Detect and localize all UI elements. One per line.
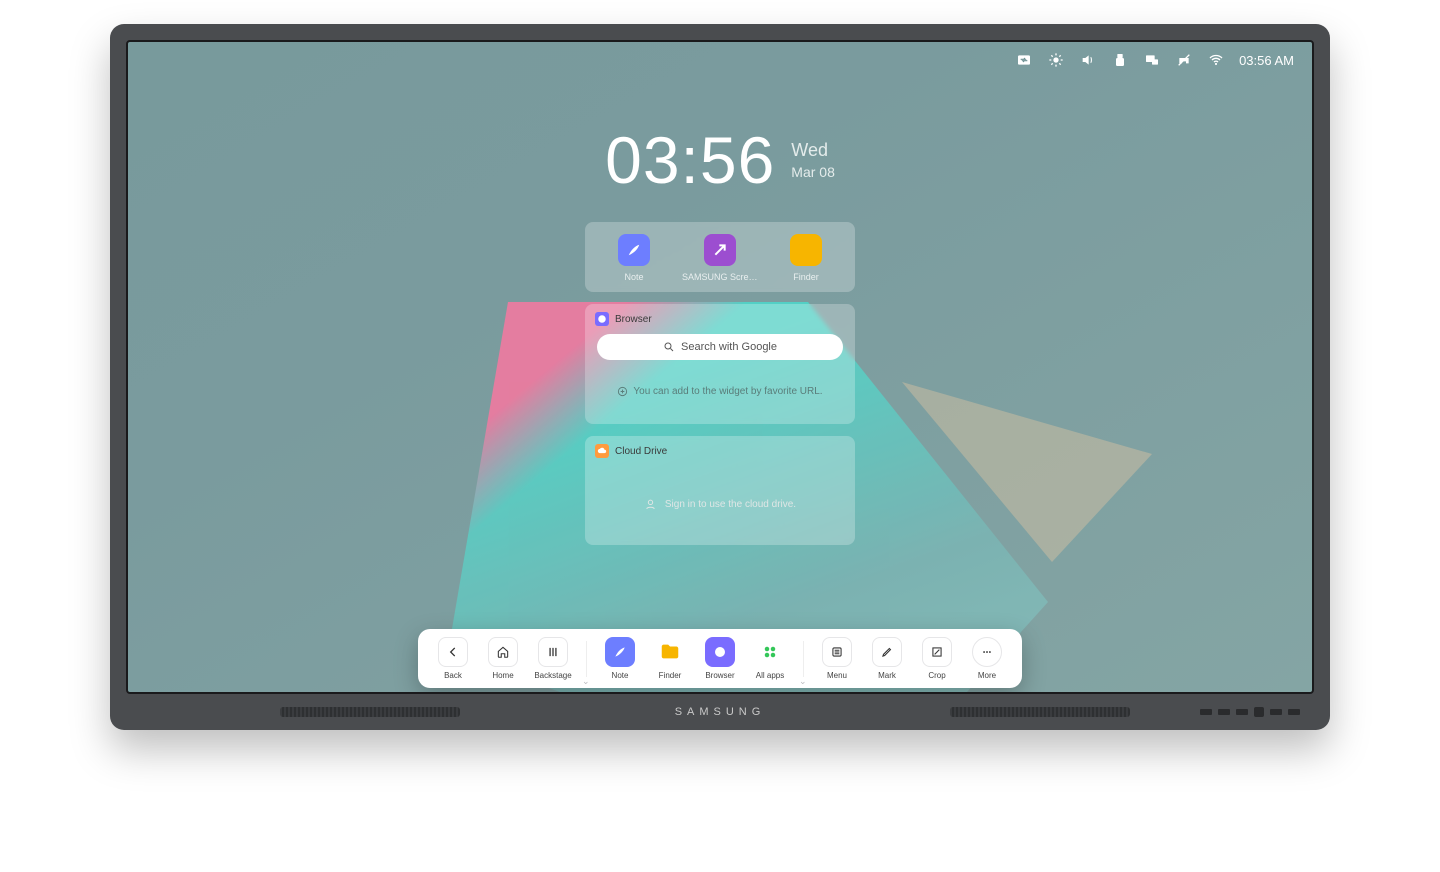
note-icon — [618, 234, 650, 266]
brand-logo: SAMSUNG — [675, 706, 766, 718]
chevron-down-icon[interactable]: ⌄ — [799, 676, 807, 687]
status-time[interactable]: 03:56 AM — [1239, 53, 1294, 68]
app-finder[interactable]: Finder — [766, 234, 846, 282]
apps-grid-icon — [755, 637, 785, 667]
clock-time: 03:56 — [605, 122, 775, 198]
dock-all-apps[interactable]: All apps — [749, 637, 791, 680]
usb-icon[interactable] — [1111, 52, 1129, 68]
screen: 03:56 AM 03:56 Wed Mar 08 Note — [126, 40, 1314, 694]
cloud-signin-prompt[interactable]: Sign in to use the cloud drive. — [585, 466, 855, 545]
app-label: SAMSUNG Screen... — [682, 272, 758, 282]
swap-icon[interactable] — [1015, 52, 1033, 68]
folder-icon — [790, 234, 822, 266]
browser-icon — [705, 637, 735, 667]
clock-day-of-week: Wed — [791, 139, 835, 162]
pencil-icon — [872, 637, 902, 667]
back-icon — [438, 637, 468, 667]
dock-home[interactable]: Home — [482, 637, 524, 680]
dock-back[interactable]: Back — [432, 637, 474, 680]
dock-separator: ⌄ — [586, 641, 587, 677]
speaker-grille — [280, 707, 460, 717]
browser-search[interactable]: Search with Google — [597, 334, 843, 360]
wifi-icon[interactable] — [1207, 52, 1225, 68]
status-bar: 03:56 AM — [1015, 52, 1294, 68]
clock-widget: 03:56 Wed Mar 08 — [128, 122, 1312, 198]
ethernet-off-icon[interactable] — [1175, 52, 1193, 68]
clock-date: Mar 08 — [791, 163, 835, 181]
dock-menu[interactable]: Menu — [816, 637, 858, 680]
screen-share-icon — [704, 234, 736, 266]
crop-icon — [922, 637, 952, 667]
dock-finder[interactable]: Finder — [649, 637, 691, 680]
io-ports — [1200, 707, 1300, 717]
user-icon — [644, 498, 657, 511]
dock-backstage[interactable]: Backstage — [532, 637, 574, 680]
dock-note[interactable]: Note — [599, 637, 641, 680]
dock-mark[interactable]: Mark — [866, 637, 908, 680]
quick-apps-card: Note SAMSUNG Screen... Finder — [585, 222, 855, 292]
device-bottom-strip: SAMSUNG — [110, 694, 1330, 730]
app-label: Finder — [793, 272, 819, 282]
device-frame: 03:56 AM 03:56 Wed Mar 08 Note — [110, 24, 1330, 730]
browser-hint: You can add to the widget by favorite UR… — [585, 372, 855, 420]
card-title: Browser — [615, 314, 652, 325]
chevron-down-icon[interactable]: ⌄ — [582, 676, 590, 687]
cloud-drive-card: Cloud Drive Sign in to use the cloud dri… — [585, 436, 855, 545]
recents-icon — [538, 637, 568, 667]
menu-icon — [822, 637, 852, 667]
speaker-grille — [950, 707, 1130, 717]
browser-icon — [595, 312, 609, 326]
home-icon — [488, 637, 518, 667]
volume-icon[interactable] — [1079, 52, 1097, 68]
dock-crop[interactable]: Crop — [916, 637, 958, 680]
search-icon — [663, 341, 675, 353]
folder-icon — [655, 637, 685, 667]
dock-more[interactable]: More — [966, 637, 1008, 680]
dock-separator: ⌄ — [803, 641, 804, 677]
card-title: Cloud Drive — [615, 446, 667, 457]
cloud-icon — [595, 444, 609, 458]
note-icon — [605, 637, 635, 667]
app-label: Note — [624, 272, 643, 282]
screen-share-icon[interactable] — [1143, 52, 1161, 68]
more-icon — [972, 637, 1002, 667]
dock: Back Home Backstage ⌄ Note Finder — [418, 629, 1022, 688]
search-placeholder: Search with Google — [681, 341, 777, 353]
plus-circle-icon — [617, 386, 628, 397]
app-samsung-screen[interactable]: SAMSUNG Screen... — [680, 234, 760, 282]
brightness-icon[interactable] — [1047, 52, 1065, 68]
browser-card: Browser Search with Google You can add t… — [585, 304, 855, 424]
app-note[interactable]: Note — [594, 234, 674, 282]
dock-browser[interactable]: Browser — [699, 637, 741, 680]
